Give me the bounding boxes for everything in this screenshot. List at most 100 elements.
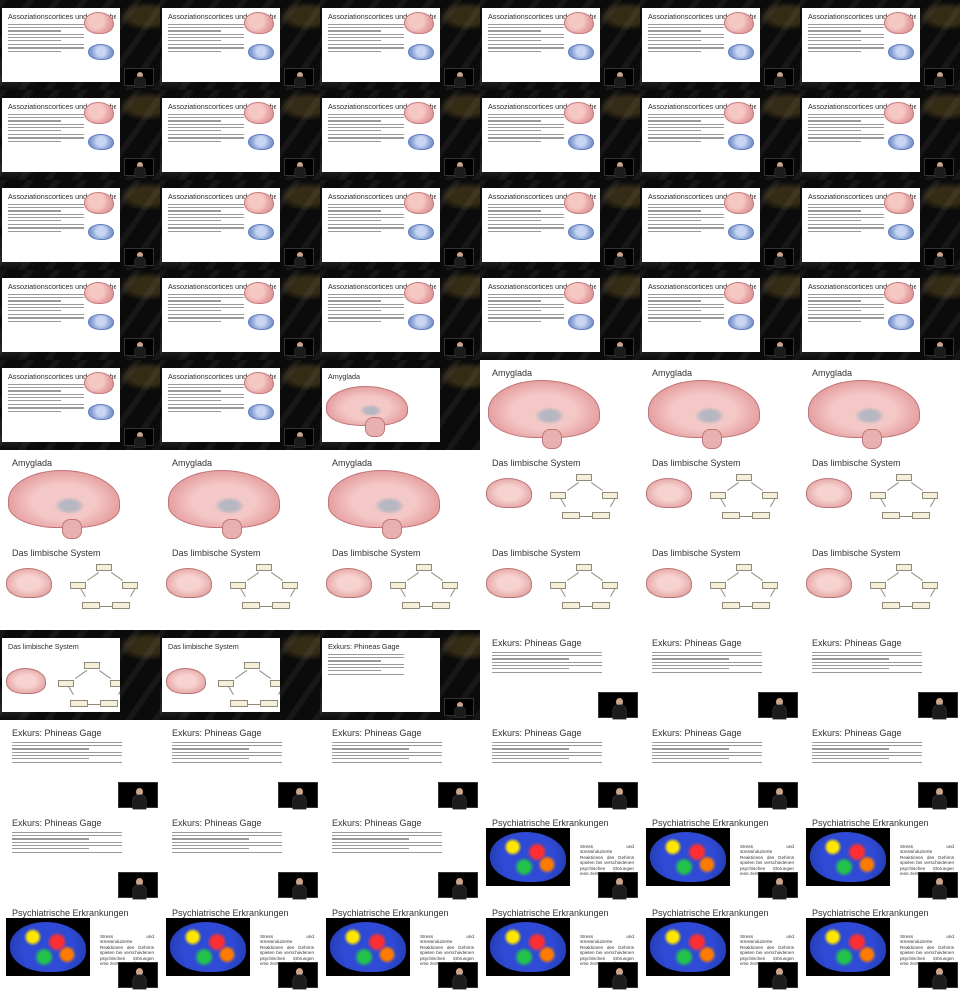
bullet-lines [168, 294, 244, 324]
limbic-brain-illustration [806, 568, 852, 598]
thumbnail-phineas[interactable]: Exkurs: Phineas Gage [160, 720, 320, 810]
diagram-node [912, 602, 930, 609]
limbic-circuit-diagram [210, 660, 280, 707]
thumbnail-limbic[interactable]: Das limbische System [640, 450, 800, 540]
bullet-line [488, 213, 564, 215]
thumbnail-limbic[interactable]: Das limbische System [640, 540, 800, 630]
thumbnail-psych[interactable]: Psychiatrische Erkrankungen Stress und st… [640, 810, 800, 900]
thumbnail-phineas[interactable]: Exkurs: Phineas Gage [320, 720, 480, 810]
thumbnail-limbic[interactable]: Das limbische System [800, 450, 960, 540]
thumbnail-assoc[interactable]: Assoziationscortices und Bereiche [480, 180, 640, 270]
thumbnail-assoc[interactable]: Assoziationscortices und Bereiche [0, 0, 160, 90]
thumbnail-assoc[interactable]: Assoziationscortices und Bereiche [800, 90, 960, 180]
diagram-node [230, 582, 246, 589]
thumbnail-limbic[interactable]: Das limbische System [320, 540, 480, 630]
bullet-line [488, 140, 542, 142]
thumbnail-limbic[interactable]: Das limbische System [480, 450, 640, 540]
thumbnail-assoc[interactable]: Assoziationscortices und Bereiche [640, 270, 800, 360]
brain-areas-icon [248, 404, 274, 420]
thumbnail-limbic[interactable]: Das limbische System [160, 540, 320, 630]
thumbnail-limbic[interactable]: Das limbische System [800, 540, 960, 630]
thumbnail-assoc[interactable]: Assoziationscortices und Bereiche [320, 270, 480, 360]
thumbnail-phineas[interactable]: Exkurs: Phineas Gage [320, 810, 480, 900]
thumbnail-assoc[interactable]: Assoziationscortices und Bereiche [800, 0, 960, 90]
thumbnail-psych[interactable]: Psychiatrische Erkrankungen Stress und st… [640, 900, 800, 990]
thumbnail-phineas[interactable]: Exkurs: Phineas Gage [320, 630, 480, 720]
thumbnail-assoc[interactable]: Assoziationscortices und Bereiche [0, 360, 160, 450]
thumbnail-psych[interactable]: Psychiatrische Erkrankungen Stress und st… [800, 810, 960, 900]
bullet-lines [812, 742, 922, 765]
bullet-line [648, 314, 724, 316]
bullet-line [168, 410, 222, 412]
slide-title: Exkurs: Phineas Gage [172, 818, 262, 828]
thumbnail-phineas[interactable]: Exkurs: Phineas Gage [480, 720, 640, 810]
thumbnail-assoc[interactable]: Assoziationscortices und Bereiche [480, 270, 640, 360]
thumbnail-amyg[interactable]: Amyglada [160, 450, 320, 540]
bullet-line [648, 320, 702, 322]
thumbnail-phineas[interactable]: Exkurs: Phineas Gage [800, 720, 960, 810]
bullet-line [168, 320, 222, 322]
thumbnail-limbic[interactable]: Das limbische System [0, 630, 160, 720]
thumbnail-phineas[interactable]: Exkurs: Phineas Gage [0, 810, 160, 900]
brain-activity-heatmap [646, 828, 730, 886]
thumbnail-assoc[interactable]: Assoziationscortices und Bereiche [320, 90, 480, 180]
bullet-line [172, 742, 282, 744]
thumbnail-phineas[interactable]: Exkurs: Phineas Gage [640, 630, 800, 720]
diagram-node [912, 512, 930, 519]
thumbnail-phineas[interactable]: Exkurs: Phineas Gage [160, 810, 320, 900]
thumbnail-psych[interactable]: Psychiatrische Erkrankungen Stress und st… [480, 810, 640, 900]
thumbnail-assoc[interactable]: Assoziationscortices und Bereiche [160, 0, 320, 90]
thumbnail-assoc[interactable]: Assoziationscortices und Bereiche [800, 270, 960, 360]
thumbnail-assoc[interactable]: Assoziationscortices und Bereiche [480, 0, 640, 90]
thumbnail-amyg[interactable]: Amyglada [320, 360, 480, 450]
bullet-line [648, 39, 702, 42]
thumbnail-assoc[interactable]: Assoziationscortices und Bereiche [320, 0, 480, 90]
bullet-lines [812, 652, 922, 675]
brain-lobes-icon [84, 192, 114, 214]
thumbnail-amyg[interactable]: Amyglada [320, 450, 480, 540]
thumbnail-psych[interactable]: Psychiatrische Erkrankungen Stress und st… [0, 900, 160, 990]
speaker-video-thumbnail [438, 782, 478, 809]
bullet-line [808, 306, 884, 308]
bullet-line [488, 44, 564, 46]
thumbnail-assoc[interactable]: Assoziationscortices und Bereiche [160, 180, 320, 270]
thumbnail-amyg[interactable]: Amyglada [640, 360, 800, 450]
thumbnail-phineas[interactable]: Exkurs: Phineas Gage [800, 630, 960, 720]
bullet-line [8, 207, 84, 209]
bullet-line [648, 219, 702, 222]
bullet-line [332, 762, 442, 764]
thumbnail-assoc[interactable]: Assoziationscortices und Bereiche [0, 180, 160, 270]
thumbnail-amyg[interactable]: Amyglada [0, 450, 160, 540]
thumbnail-psych[interactable]: Psychiatrische Erkrankungen Stress und st… [320, 900, 480, 990]
thumbnail-assoc[interactable]: Assoziationscortices und Bereiche [160, 360, 320, 450]
diagram-connector [751, 482, 763, 491]
speaker-video-thumbnail [604, 248, 634, 267]
thumbnail-limbic[interactable]: Das limbische System [160, 630, 320, 720]
thumbnail-assoc[interactable]: Assoziationscortices und Bereiche [640, 180, 800, 270]
diagram-node [230, 700, 248, 707]
thumbnail-assoc[interactable]: Assoziationscortices und Bereiche [640, 0, 800, 90]
thumbnail-phineas[interactable]: Exkurs: Phineas Gage [640, 720, 800, 810]
thumbnail-assoc[interactable]: Assoziationscortices und Bereiche [640, 90, 800, 180]
bullet-line [808, 44, 884, 46]
bullet-line [328, 39, 382, 42]
thumbnail-assoc[interactable]: Assoziationscortices und Bereiche [800, 180, 960, 270]
thumbnail-psych[interactable]: Psychiatrische Erkrankungen Stress und st… [160, 900, 320, 990]
diagram-connector [911, 482, 923, 491]
thumbnail-assoc[interactable]: Assoziationscortices und Bereiche [0, 270, 160, 360]
thumbnail-limbic[interactable]: Das limbische System [480, 540, 640, 630]
thumbnail-psych[interactable]: Psychiatrische Erkrankungen Stress und st… [800, 900, 960, 990]
thumbnail-assoc[interactable]: Assoziationscortices und Bereiche [160, 270, 320, 360]
thumbnail-amyg[interactable]: Amyglada [800, 360, 960, 450]
thumbnail-assoc[interactable]: Assoziationscortices und Bereiche [480, 90, 640, 180]
thumbnail-assoc[interactable]: Assoziationscortices und Bereiche [320, 180, 480, 270]
slide-preview: Psychiatrische Erkrankungen Stress und st… [0, 900, 160, 990]
thumbnail-limbic[interactable]: Das limbische System [0, 540, 160, 630]
thumbnail-amyg[interactable]: Amyglada [480, 360, 640, 450]
thumbnail-assoc[interactable]: Assoziationscortices und Bereiche [160, 90, 320, 180]
bullet-line [168, 27, 244, 29]
thumbnail-phineas[interactable]: Exkurs: Phineas Gage [0, 720, 160, 810]
thumbnail-phineas[interactable]: Exkurs: Phineas Gage [480, 630, 640, 720]
thumbnail-psych[interactable]: Psychiatrische Erkrankungen Stress und st… [480, 900, 640, 990]
thumbnail-assoc[interactable]: Assoziationscortices und Bereiche [0, 90, 160, 180]
